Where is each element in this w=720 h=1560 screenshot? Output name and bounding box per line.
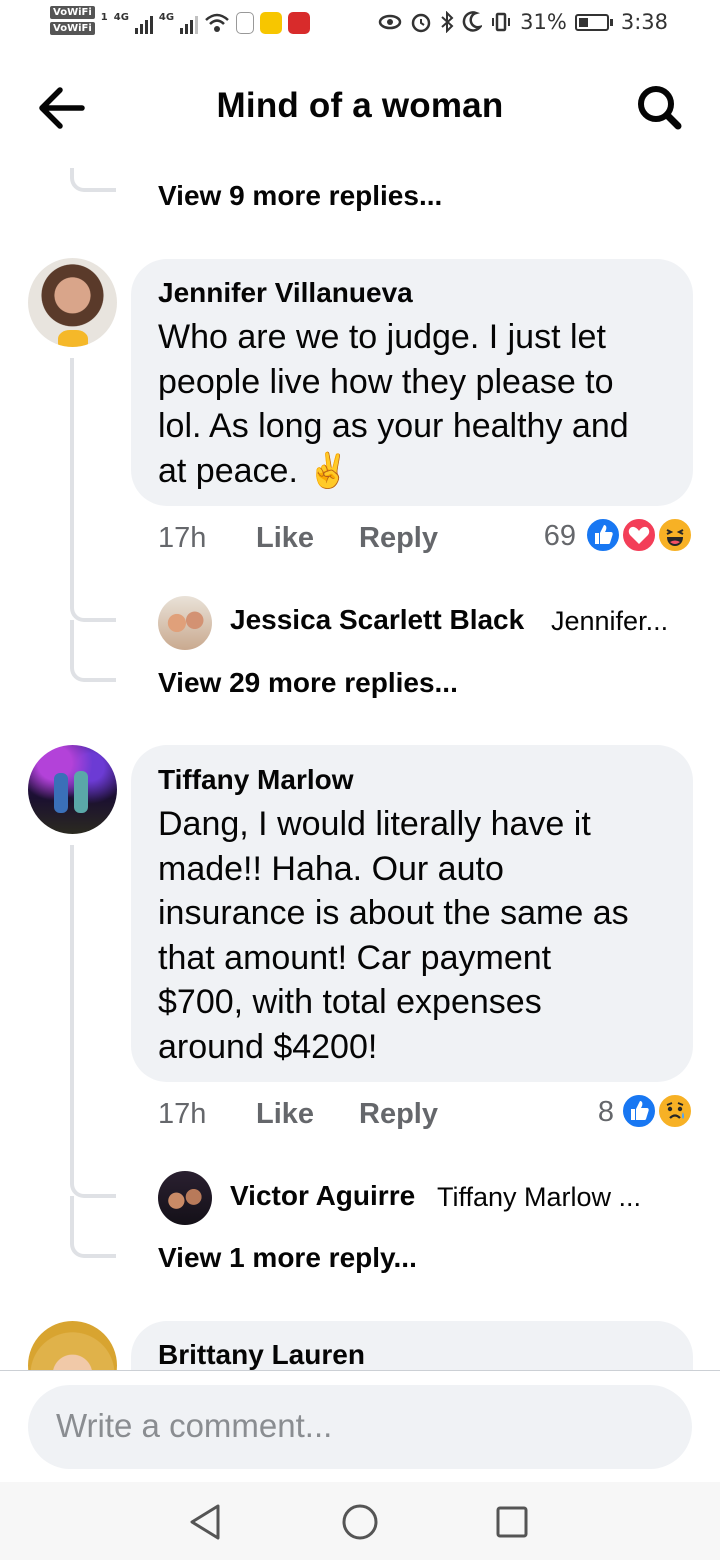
cape-talk-app-icon: [236, 12, 255, 34]
eye-comfort-icon: [378, 14, 402, 30]
network-type-1: 4G: [113, 12, 129, 23]
page-title: Mind of a woman: [216, 86, 504, 125]
thread-connector: [70, 168, 116, 192]
vowifi-badge-2: VoWiFi: [50, 22, 95, 35]
vibrate-icon: [492, 12, 511, 32]
vowifi-badge-1: VoWiFi: [50, 6, 95, 19]
haha-reaction-icon: [656, 516, 694, 554]
comment-input-placeholder: Write a comment...: [56, 1407, 333, 1444]
thread-line: [70, 845, 74, 1160]
love-reaction-icon: [620, 516, 658, 554]
status-bar: VoWiFi VoWiFi 1 4G 4G 31% 3:38: [0, 0, 720, 50]
comment-line: at peace. ✌️: [158, 451, 350, 490]
comment-line: Who are we to judge. I just let: [158, 318, 606, 356]
reply-avatar[interactable]: [158, 596, 212, 650]
thread-line: [70, 358, 74, 583]
like-button[interactable]: Like: [256, 1098, 314, 1131]
comment-author[interactable]: Tiffany Marlow: [158, 764, 354, 796]
comment-line: lol. As long as your healthy and: [158, 407, 629, 445]
do-not-disturb-icon: [462, 11, 483, 32]
comment-line: people live how they please to: [158, 362, 614, 401]
comment-line: $700, with total expenses: [158, 983, 542, 1021]
reply-connector: [70, 1154, 116, 1198]
comment-input[interactable]: Write a comment...: [28, 1385, 692, 1469]
square-recents-icon: [496, 1506, 528, 1538]
comment-line: around $4200!: [158, 1027, 378, 1066]
search-button[interactable]: [628, 78, 692, 138]
reply-author[interactable]: Victor Aguirre: [230, 1180, 415, 1212]
view-more-replies-link[interactable]: View 29 more replies...: [158, 667, 458, 699]
view-more-replies-link[interactable]: View 1 more reply...: [158, 1242, 417, 1274]
alarm-icon: [411, 13, 431, 33]
reply-snippet[interactable]: Jennifer...: [551, 606, 668, 637]
nav-back-button[interactable]: [184, 1500, 228, 1544]
comment-line: made!! Haha. Our auto: [158, 849, 504, 888]
view-more-replies-link[interactable]: View 9 more replies...: [158, 180, 442, 212]
triangle-back-icon: [190, 1504, 220, 1540]
comment-line: that amount! Car payment: [158, 938, 552, 977]
sim-1-index: 1: [100, 12, 108, 23]
reply-author[interactable]: Jessica Scarlett Black: [230, 604, 524, 636]
nav-recents-button[interactable]: [490, 1500, 534, 1544]
avatar[interactable]: [28, 258, 117, 347]
circle-home-icon: [342, 1504, 378, 1540]
like-button[interactable]: Like: [256, 522, 314, 555]
avatar[interactable]: [28, 745, 117, 834]
news-app-icon: [288, 12, 311, 34]
comment-time[interactable]: 17h: [158, 1098, 206, 1131]
reaction-count[interactable]: 69: [520, 520, 576, 553]
signal-icon-2: [180, 14, 199, 34]
wifi-icon: [205, 13, 229, 32]
search-icon: [638, 86, 682, 130]
comment-author[interactable]: Brittany Lauren: [158, 1339, 365, 1371]
like-reaction-icon: [584, 516, 622, 554]
comment-line: Dang, I would literally have it: [158, 805, 591, 843]
sad-reaction-icon: [656, 1092, 694, 1130]
reply-button[interactable]: Reply: [359, 522, 438, 555]
comment-line: insurance is about the same as: [158, 894, 629, 932]
signal-icon-1: [134, 14, 153, 34]
network-type-2: 4G: [158, 12, 175, 23]
comment-text: Who are we to judge. I just let people l…: [158, 315, 629, 493]
comment-time[interactable]: 17h: [158, 522, 206, 555]
battery-icon: [574, 13, 613, 31]
battery-percent: 31%: [520, 10, 567, 34]
reaction-count[interactable]: 8: [570, 1096, 614, 1129]
reply-avatar[interactable]: [158, 1171, 212, 1225]
vowifi-indicators: VoWiFi VoWiFi: [50, 6, 95, 35]
comment-composer-bar: Write a comment...: [0, 1370, 720, 1482]
reply-connector: [70, 578, 116, 622]
comment-text: Dang, I would literally have it made!! H…: [158, 802, 629, 1069]
reply-connector: [70, 1196, 116, 1258]
comment-author[interactable]: Jennifer Villanueva: [158, 277, 413, 309]
like-reaction-icon: [620, 1092, 658, 1130]
camera-app-icon: [260, 12, 283, 34]
nav-home-button[interactable]: [338, 1500, 382, 1544]
system-nav-bar: [0, 1482, 720, 1560]
reply-button[interactable]: Reply: [359, 1098, 438, 1131]
reply-connector: [70, 620, 116, 682]
bluetooth-icon: [441, 11, 454, 33]
app-header: Mind of a woman: [0, 60, 720, 155]
reply-snippet[interactable]: Tiffany Marlow ...: [437, 1182, 641, 1213]
clock: 3:38: [620, 10, 668, 34]
